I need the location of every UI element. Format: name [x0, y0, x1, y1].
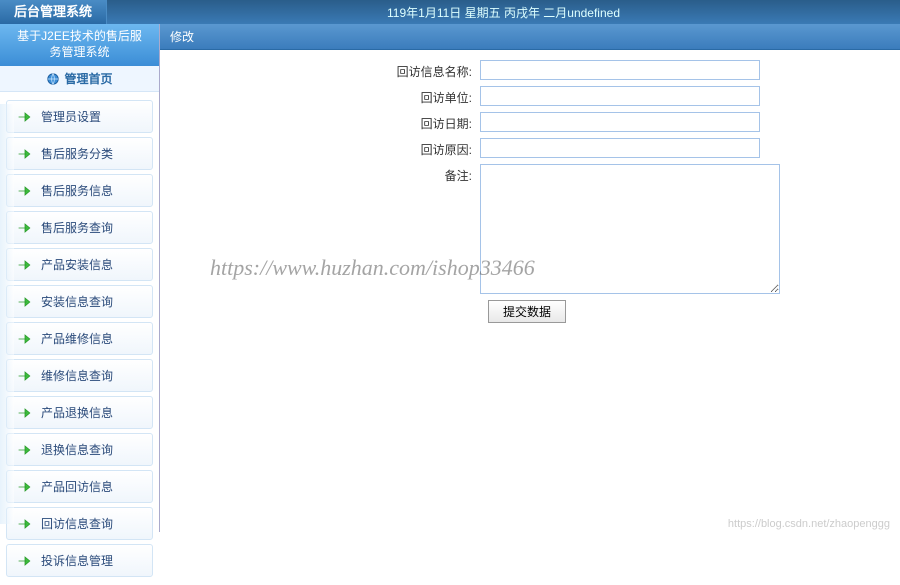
sidebar-item-label: 产品回访信息 [41, 478, 113, 495]
panel-title: 修改 [160, 24, 900, 50]
remark-textarea[interactable] [480, 164, 780, 294]
sidebar: 基于J2EE技术的售后服 务管理系统 管理首页 管理员设置售后服务分类售后服务信… [0, 24, 160, 532]
system-title: 后台管理系统 [0, 0, 107, 24]
visit-name-input[interactable] [480, 60, 760, 80]
sidebar-item-6[interactable]: 产品维修信息 [6, 322, 153, 355]
sidebar-subtitle-1: 基于J2EE技术的售后服 [0, 28, 159, 44]
sidebar-item-label: 产品安装信息 [41, 256, 113, 273]
sidebar-item-11[interactable]: 回访信息查询 [6, 507, 153, 540]
sidebar-item-label: 安装信息查询 [41, 293, 113, 310]
edit-form: 回访信息名称: 回访单位: 回访日期: 回访原因: 备注: 提交数据 [160, 50, 900, 333]
sidebar-item-5[interactable]: 安装信息查询 [6, 285, 153, 318]
sidebar-item-label: 管理员设置 [41, 108, 101, 125]
sidebar-item-1[interactable]: 售后服务分类 [6, 137, 153, 170]
arrow-right-icon [17, 443, 33, 457]
sidebar-item-10[interactable]: 产品回访信息 [6, 470, 153, 503]
arrow-right-icon [17, 184, 33, 198]
arrow-right-icon [17, 480, 33, 494]
sidebar-subtitle-2: 务管理系统 [0, 44, 159, 60]
sidebar-item-0[interactable]: 管理员设置 [6, 100, 153, 133]
sidebar-item-3[interactable]: 售后服务查询 [6, 211, 153, 244]
visit-reason-label: 回访原因: [180, 138, 480, 158]
sidebar-item-2[interactable]: 售后服务信息 [6, 174, 153, 207]
sidebar-item-label: 维修信息查询 [41, 367, 113, 384]
sidebar-home[interactable]: 管理首页 [0, 66, 159, 92]
main-panel: 修改 回访信息名称: 回访单位: 回访日期: 回访原因: 备注: [160, 24, 900, 532]
arrow-right-icon [17, 147, 33, 161]
sidebar-menu: 管理员设置售后服务分类售后服务信息售后服务查询产品安装信息安装信息查询产品维修信… [0, 92, 159, 585]
globe-icon [46, 72, 60, 86]
arrow-right-icon [17, 332, 33, 346]
arrow-right-icon [17, 369, 33, 383]
sidebar-item-label: 产品维修信息 [41, 330, 113, 347]
sidebar-item-8[interactable]: 产品退换信息 [6, 396, 153, 429]
visit-unit-input[interactable] [480, 86, 760, 106]
sidebar-item-label: 售后服务信息 [41, 182, 113, 199]
sidebar-item-label: 产品退换信息 [41, 404, 113, 421]
submit-button[interactable]: 提交数据 [488, 300, 566, 323]
visit-reason-input[interactable] [480, 138, 760, 158]
arrow-right-icon [17, 221, 33, 235]
visit-date-label: 回访日期: [180, 112, 480, 132]
arrow-right-icon [17, 258, 33, 272]
top-bar: 后台管理系统 119年1月11日 星期五 丙戌年 二月undefined [0, 0, 900, 24]
sidebar-item-label: 投诉信息管理 [41, 552, 113, 569]
sidebar-item-7[interactable]: 维修信息查询 [6, 359, 153, 392]
visit-date-input[interactable] [480, 112, 760, 132]
sidebar-home-label: 管理首页 [64, 70, 112, 87]
arrow-right-icon [17, 517, 33, 531]
arrow-right-icon [17, 295, 33, 309]
date-line: 119年1月11日 星期五 丙戌年 二月undefined [107, 4, 900, 21]
sidebar-item-label: 售后服务查询 [41, 219, 113, 236]
arrow-right-icon [17, 554, 33, 568]
sidebar-item-4[interactable]: 产品安装信息 [6, 248, 153, 281]
visit-unit-label: 回访单位: [180, 86, 480, 106]
sidebar-item-12[interactable]: 投诉信息管理 [6, 544, 153, 577]
arrow-right-icon [17, 406, 33, 420]
arrow-right-icon [17, 110, 33, 124]
sidebar-header: 基于J2EE技术的售后服 务管理系统 [0, 24, 159, 66]
sidebar-item-label: 售后服务分类 [41, 145, 113, 162]
visit-name-label: 回访信息名称: [180, 60, 480, 80]
sidebar-item-label: 退换信息查询 [41, 441, 113, 458]
remark-label: 备注: [180, 164, 480, 184]
sidebar-item-9[interactable]: 退换信息查询 [6, 433, 153, 466]
sidebar-item-label: 回访信息查询 [41, 515, 113, 532]
